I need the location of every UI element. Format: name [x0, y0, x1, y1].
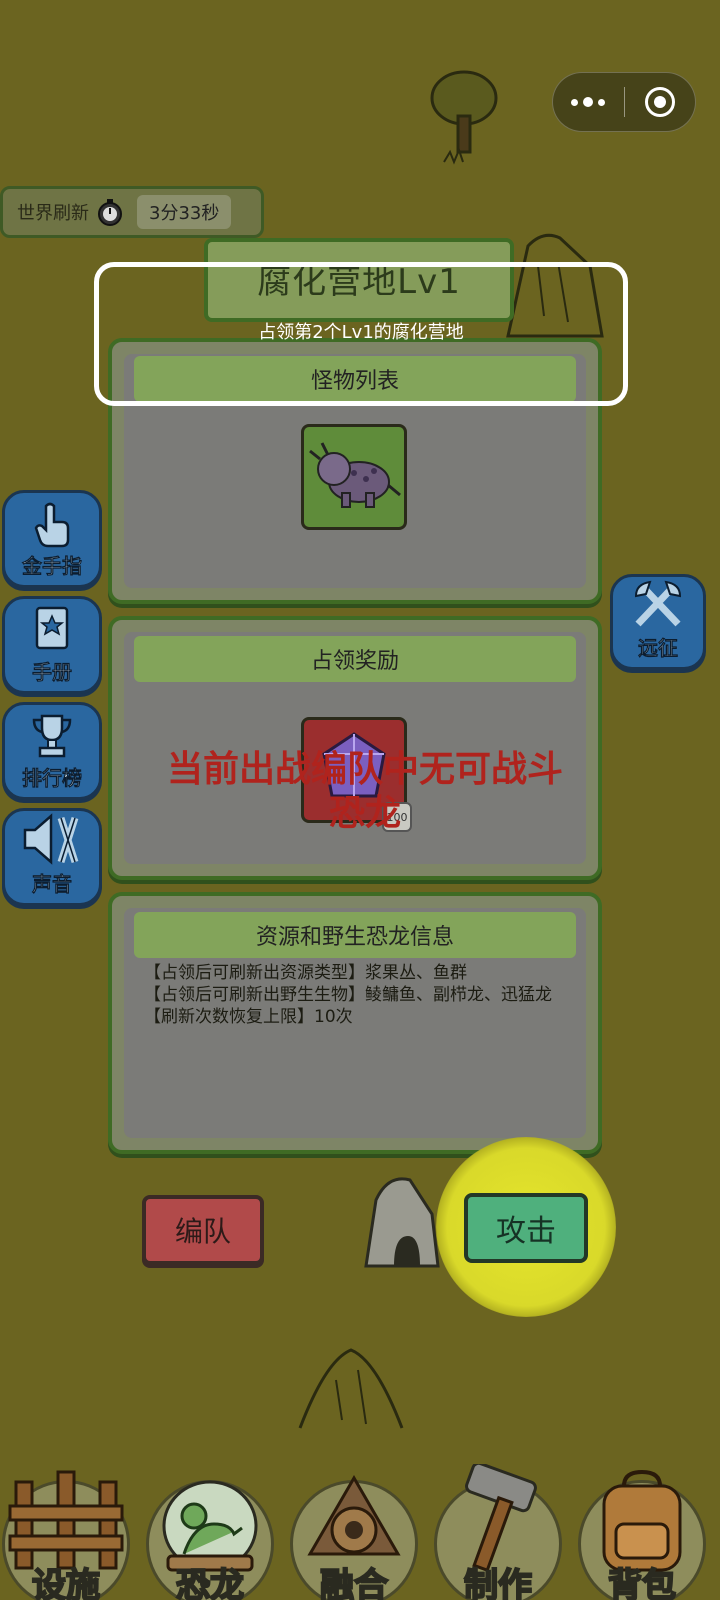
nav-label: 融合 [319, 1565, 389, 1600]
wooden-fence-icon [8, 1470, 124, 1570]
miniprogram-capsule [552, 72, 696, 132]
side-button-label: 排行榜 [22, 766, 83, 791]
target-circle-icon [644, 87, 675, 117]
world-refresh-bar: 世界刷新 3分33秒 [0, 186, 264, 238]
more-dots-icon [571, 97, 606, 107]
book-star-icon [35, 606, 69, 650]
resources-header: 资源和野生恐龙信息 [134, 912, 576, 958]
nav-label: 设施 [31, 1565, 101, 1600]
nav-label: 背包 [607, 1565, 677, 1600]
nav-label: 恐龙 [175, 1565, 245, 1600]
side-button-cheat[interactable]: 金手指 [2, 490, 102, 588]
side-button-leaderboard[interactable]: 排行榜 [2, 702, 102, 800]
rewards-header: 占领奖励 [134, 636, 576, 682]
warning-message: 当前出战编队中无可战斗恐龙 [166, 749, 563, 834]
monster-card[interactable] [301, 424, 407, 530]
side-button-label: 声音 [32, 872, 73, 897]
side-button-label: 远征 [638, 636, 679, 661]
resource-line: 【占领后可刷新出野生生物】鲮鳙鱼、副栉龙、迅猛龙 [144, 985, 552, 1005]
stopwatch-icon [98, 199, 122, 226]
attack-button[interactable]: 攻击 [464, 1193, 588, 1263]
trophy-icon [32, 714, 72, 758]
pointing-finger-icon [34, 502, 70, 548]
resources-info-text: 【占领后可刷新出资源类型】浆果丛、鱼群 【占领后可刷新出野生生物】鲮鳙鱼、副栉龙… [144, 962, 584, 1028]
speaker-muted-icon [23, 813, 79, 865]
more-button[interactable] [553, 73, 624, 131]
nav-facilities[interactable]: 设施 [0, 1450, 132, 1600]
nav-fusion[interactable]: 融合 [288, 1450, 420, 1600]
side-button-handbook[interactable]: 手册 [2, 596, 102, 694]
resource-line: 【占领后可刷新出资源类型】浆果丛、鱼群 [144, 963, 467, 983]
hill-decoration [298, 1348, 404, 1429]
team-button[interactable]: 编队 [142, 1195, 264, 1265]
cave-rock-decoration [364, 1177, 440, 1268]
nav-label: 制作 [463, 1565, 533, 1600]
side-button-label: 金手指 [22, 554, 83, 579]
side-button-label: 手册 [32, 660, 73, 685]
side-button-sound[interactable]: 声音 [2, 808, 102, 906]
refresh-countdown: 3分33秒 [137, 195, 232, 229]
tutorial-highlight-frame [94, 262, 628, 406]
purple-triceratops-icon [309, 442, 401, 508]
nav-dinosaurs[interactable]: 恐龙 [144, 1450, 276, 1600]
nav-backpack[interactable]: 背包 [576, 1450, 708, 1600]
world-refresh-label: 世界刷新 [17, 203, 89, 224]
tree-decoration [430, 70, 498, 165]
side-button-expedition[interactable]: 远征 [610, 574, 706, 670]
crossed-axes-icon [634, 580, 682, 627]
nav-crafting[interactable]: 制作 [432, 1450, 564, 1600]
close-miniprogram-button[interactable] [625, 73, 696, 131]
resource-line: 【刷新次数恢复上限】10次 [144, 1007, 353, 1027]
